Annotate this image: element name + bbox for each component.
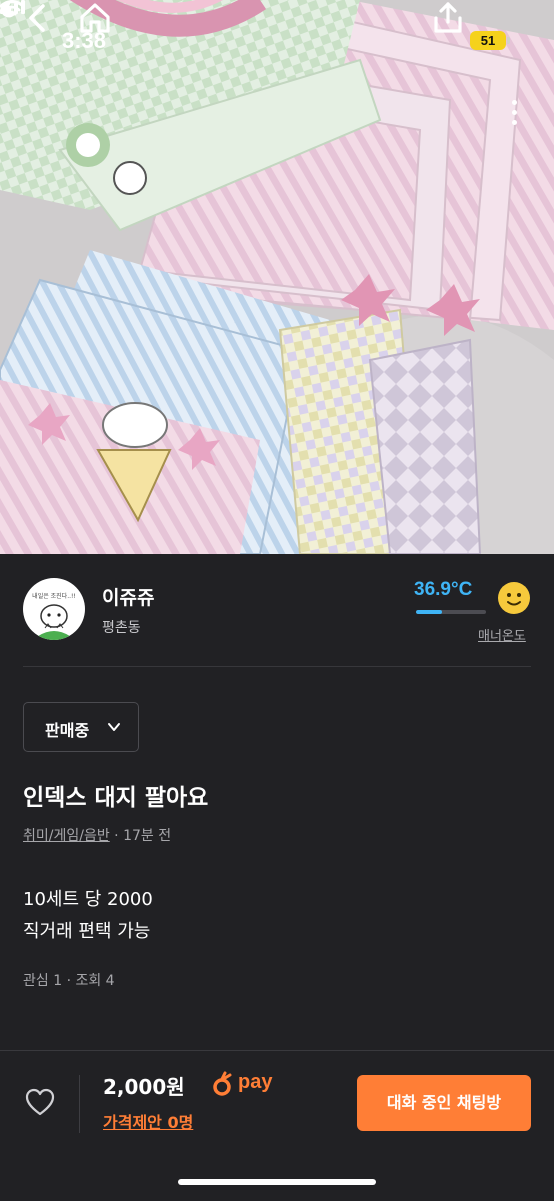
category-link[interactable]: 취미/게임/음반 bbox=[23, 828, 110, 844]
listing-stats: 관심 1 · 조회 4 bbox=[23, 973, 115, 989]
divider bbox=[23, 666, 531, 667]
description-line: 10세트 당 2000 bbox=[23, 889, 153, 910]
sale-status-label: 판매중 bbox=[45, 721, 90, 740]
product-photo[interactable]: 3:38 51 bbox=[0, 0, 554, 554]
more-vertical-icon[interactable] bbox=[512, 100, 518, 130]
description-line: 직거래 편택 가능 bbox=[23, 921, 151, 942]
seller-avatar[interactable]: 내일은 조진다..!! bbox=[23, 578, 85, 640]
price-offer-link[interactable]: 가격제안 0명 bbox=[103, 1109, 193, 1133]
temperature-bar-fill bbox=[416, 610, 442, 614]
carrot-pay-icon bbox=[213, 1071, 232, 1096]
smiley-face-icon bbox=[498, 582, 530, 614]
listing-meta: 취미/게임/음반 · 17분 전 bbox=[23, 825, 171, 845]
chevron-down-icon bbox=[108, 723, 120, 731]
back-chevron-left-icon[interactable] bbox=[21, 0, 57, 36]
manner-temperature-link[interactable]: 매너온도 bbox=[478, 625, 526, 644]
home-icon[interactable] bbox=[77, 0, 113, 36]
pay-label: pay bbox=[238, 1071, 273, 1093]
seller-location: 평촌동 bbox=[102, 620, 141, 636]
posted-time: · 17분 전 bbox=[114, 828, 172, 844]
index-paper-sheets-image bbox=[0, 0, 554, 554]
price: 2,000원 bbox=[103, 1075, 185, 1099]
heart-icon[interactable] bbox=[25, 1088, 55, 1116]
home-indicator bbox=[178, 1179, 376, 1185]
listing-title: 인덱스 대지 팔아요 bbox=[23, 785, 209, 811]
listing-description: 10세트 당 2000 직거래 편택 가능 bbox=[23, 884, 153, 948]
sale-status-dropdown[interactable]: 판매중 bbox=[23, 702, 139, 752]
manner-temperature: 36.9°C bbox=[414, 579, 473, 600]
battery-level: 51 bbox=[480, 33, 496, 48]
daangn-pay-badge: pay bbox=[212, 1071, 272, 1097]
battery-tip bbox=[507, 37, 510, 44]
seller-profile[interactable]: 내일은 조진다..!! 이쥬쥬 평촌동 36.9°C 매너온도 bbox=[0, 554, 554, 666]
chat-room-button[interactable]: 대화 중인 채팅방 bbox=[357, 1075, 531, 1131]
seller-name[interactable]: 이쥬쥬 bbox=[102, 583, 154, 610]
battery-indicator: 51 bbox=[470, 31, 506, 50]
avatar-character-image bbox=[33, 604, 75, 640]
bottom-action-bar: 2,000원 pay 가격제안 0명 대화 중인 채팅방 bbox=[0, 1050, 554, 1201]
vertical-divider bbox=[79, 1075, 80, 1133]
share-icon[interactable] bbox=[430, 0, 466, 36]
temperature-bar bbox=[416, 610, 486, 614]
